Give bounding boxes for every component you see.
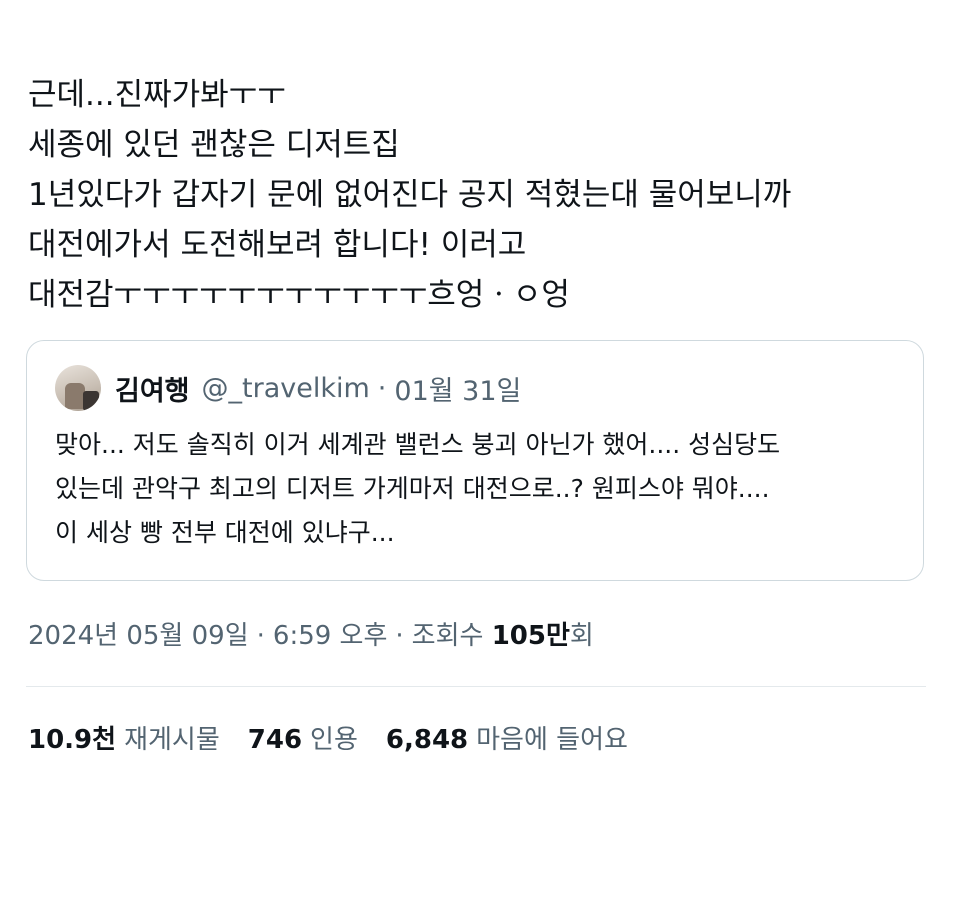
quoted-tweet-card[interactable]: 김여행 @_travelkim · 01월 31일 맞아... 저도 솔직히 이…	[26, 340, 924, 581]
likes-stat[interactable]: 6,848 마음에 들어요	[386, 716, 628, 764]
tweet-text-line: 근데...진짜가봐ㅜㅜ	[28, 77, 286, 113]
separator-dot: ·	[395, 621, 404, 651]
quoted-tweet-text: 맞아... 저도 솔직히 이거 세계관 밸런스 붕괴 아닌가 했어.... 성심…	[55, 423, 915, 555]
separator-dot: ·	[256, 621, 265, 651]
quoted-tweet-line: 맞아... 저도 솔직히 이거 세계관 밸런스 붕괴 아닌가 했어.... 성심…	[55, 430, 781, 459]
quoted-tweet-header: 김여행 @_travelkim · 01월 31일	[55, 365, 521, 411]
quoted-tweet-line: 이 세상 빵 전부 대전에 있냐구...	[55, 518, 395, 547]
reposts-count: 10.9천	[28, 725, 117, 755]
engagement-stats: 10.9천 재게시물 746 인용 6,848 마음에 들어요	[28, 716, 656, 764]
tweet-text-line: 세종에 있던 괜찮은 디저트집	[28, 127, 400, 163]
divider	[26, 686, 926, 687]
likes-count: 6,848	[385, 725, 469, 755]
quotes-label: 인용	[310, 725, 358, 755]
avatar[interactable]	[55, 365, 101, 411]
quoted-author-handle[interactable]: @_travelkim	[202, 373, 370, 404]
reposts-stat[interactable]: 10.9천 재게시물	[28, 716, 220, 764]
tweet-text-line: 대전감ㅜㅜㅜㅜㅜㅜㅜㅜㅜㅜㅜ흐엉ㆍㅇ엉	[28, 277, 570, 313]
tweet-text-line: 1년있다가 갑자기 문에 없어진다 공지 적혔는대 물어보니까	[28, 177, 792, 213]
separator-dot: ·	[377, 372, 387, 404]
views-count: 105만	[491, 621, 570, 651]
reposts-label: 재게시물	[124, 725, 220, 755]
tweet-text-line: 대전에가서 도전해보려 합니다! 이러고	[28, 227, 527, 263]
tweet-time[interactable]: 6:59 오후	[273, 612, 388, 660]
quoted-tweet-date[interactable]: 01월 31일	[394, 369, 521, 408]
tweet-meta: 2024년 05월 09일 · 6:59 오후 · 조회수 105만 회	[28, 612, 594, 660]
likes-label: 마음에 들어요	[476, 725, 628, 755]
tweet-date[interactable]: 2024년 05월 09일	[28, 612, 249, 660]
views-suffix: 회	[569, 621, 594, 651]
quotes-stat[interactable]: 746 인용	[248, 716, 358, 764]
quotes-count: 746	[247, 725, 303, 755]
quoted-author-name[interactable]: 김여행	[115, 369, 190, 408]
quoted-tweet-line: 있는데 관악구 최고의 디저트 가게마저 대전으로..? 원피스야 뭐야....	[55, 474, 770, 503]
views-label: 조회수	[411, 621, 484, 651]
tweet-text: 근데...진짜가봐ㅜㅜ 세종에 있던 괜찮은 디저트집 1년있다가 갑자기 문에…	[28, 70, 928, 320]
